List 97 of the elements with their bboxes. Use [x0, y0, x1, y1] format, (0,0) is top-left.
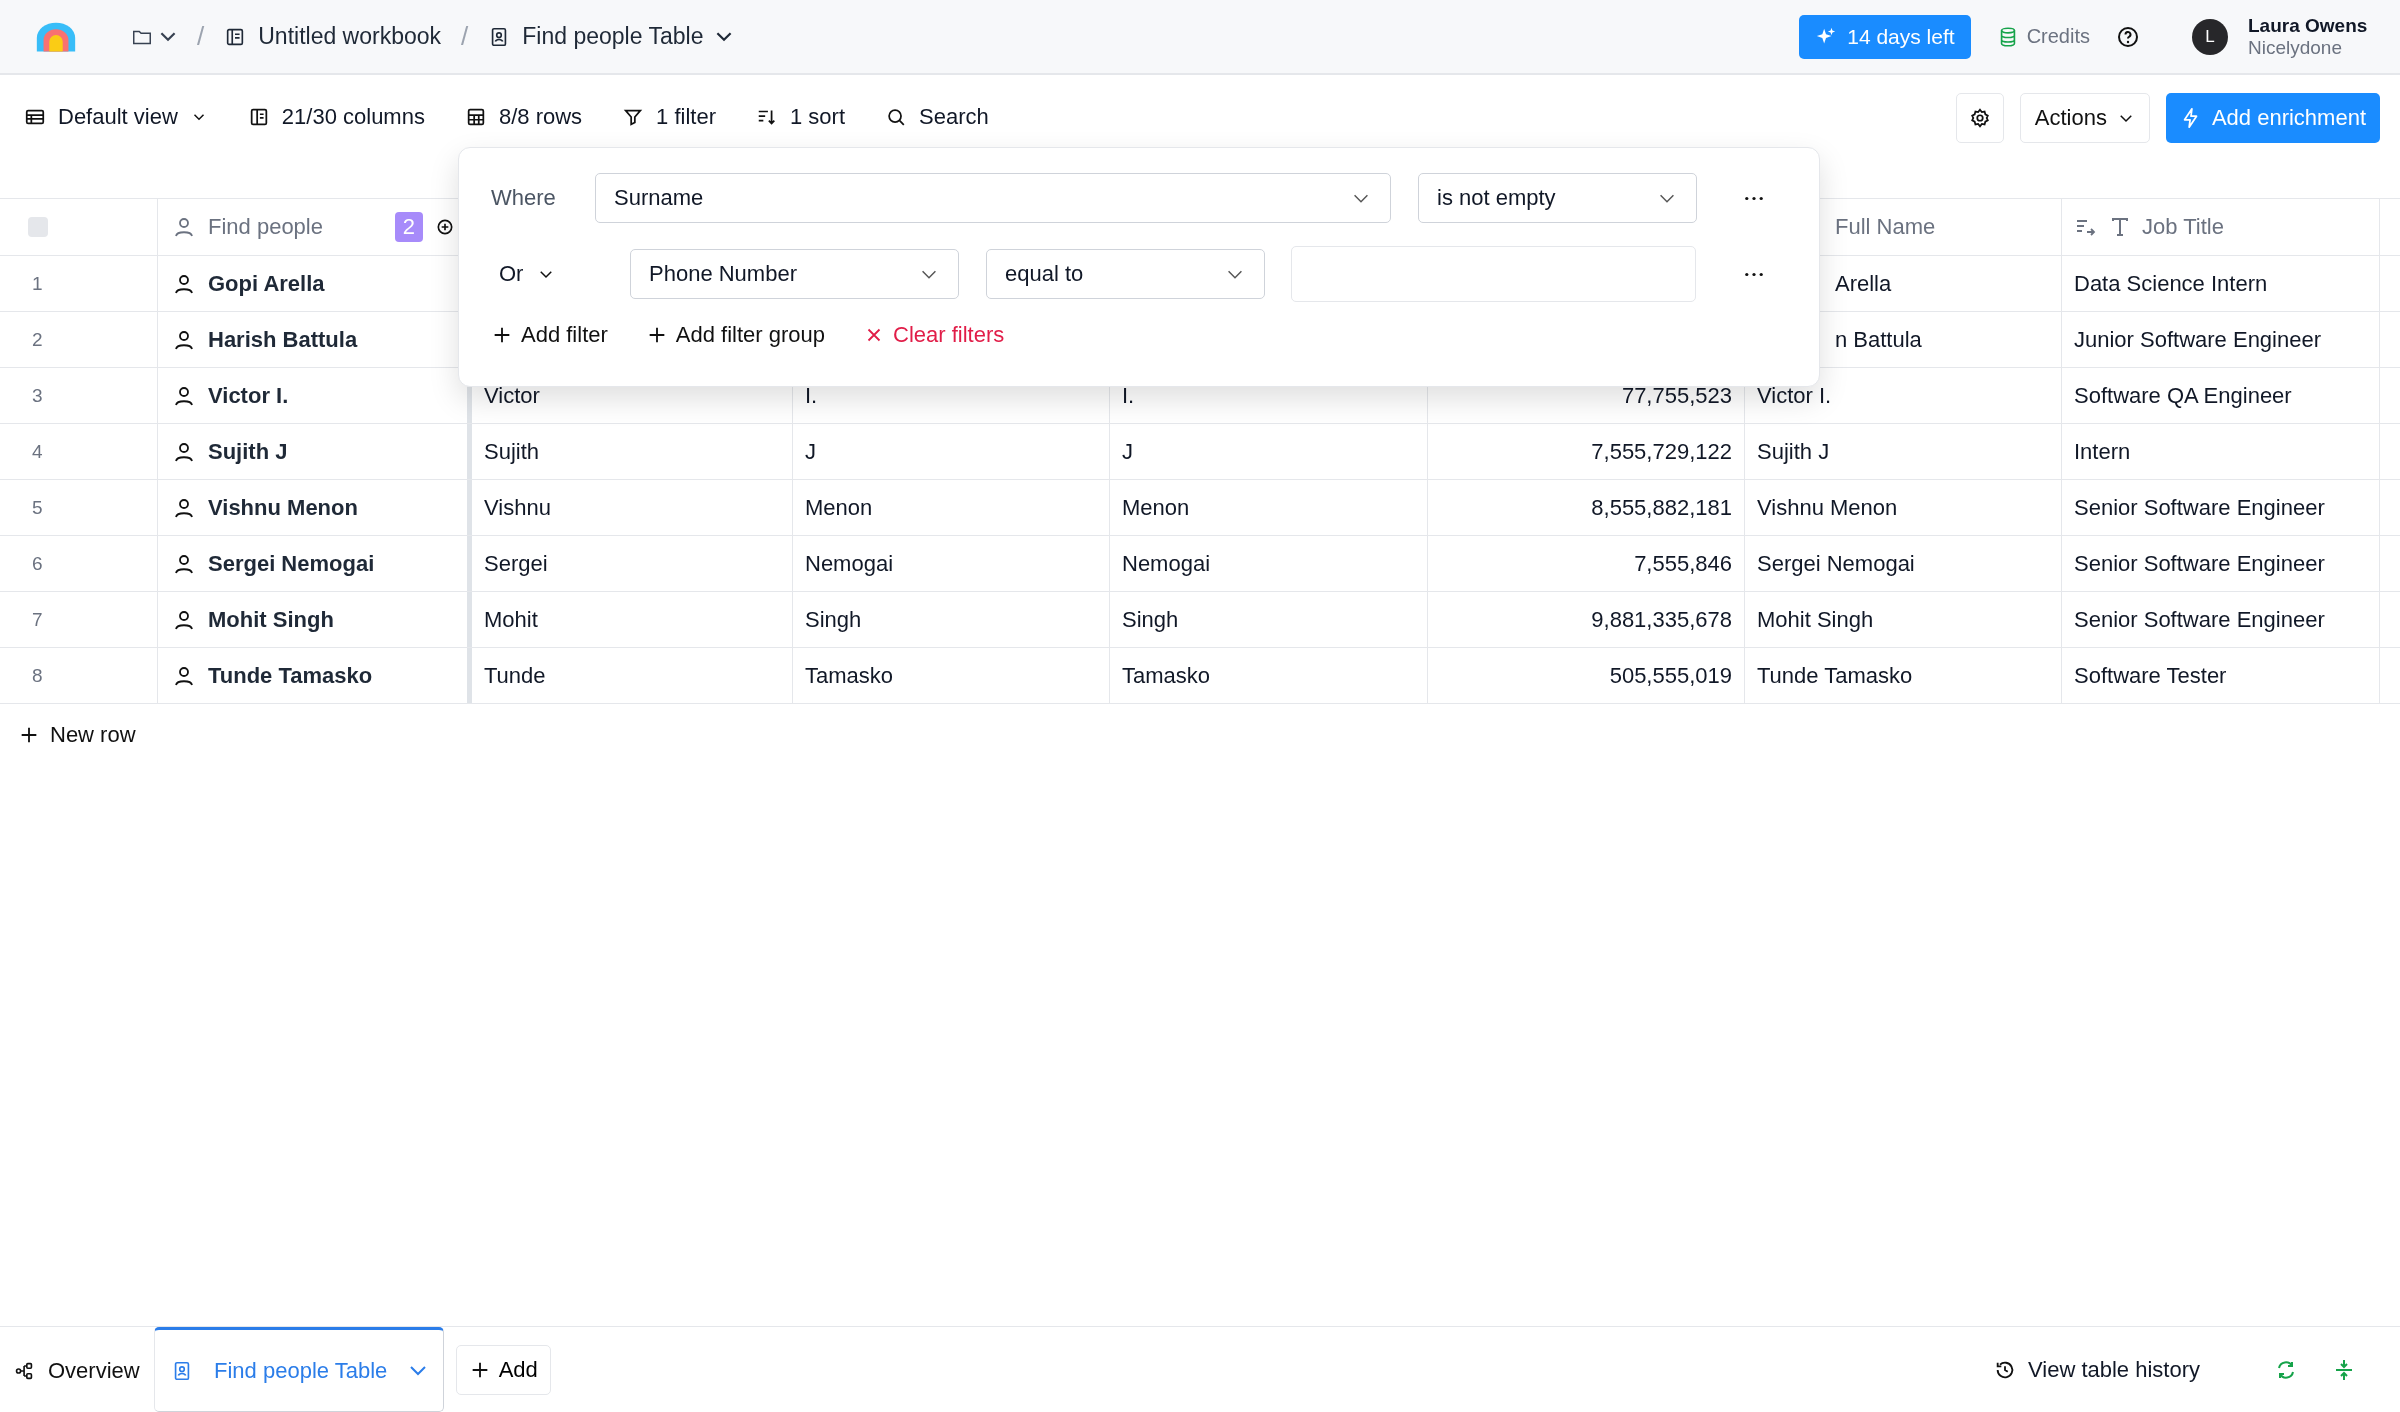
- row-number: 3: [0, 368, 158, 423]
- table-cell: Intern: [2074, 438, 2131, 465]
- search-button[interactable]: Search: [885, 93, 989, 141]
- add-button[interactable]: Add: [455, 1344, 551, 1395]
- columns-button[interactable]: 21/30 columns: [247, 93, 425, 141]
- person-name: Sujith J: [208, 438, 288, 465]
- filter-button[interactable]: 1 filter: [622, 93, 716, 141]
- column-header[interactable]: Find people: [208, 214, 323, 240]
- row-number: 6: [0, 536, 158, 591]
- view-button[interactable]: Default view: [24, 93, 208, 141]
- table-cell: Software Tester: [2074, 662, 2227, 689]
- settings-icon: [1968, 107, 1991, 129]
- table-cell: Singh: [1122, 606, 1179, 633]
- table-cell: 505,555,019: [1609, 662, 1732, 689]
- person-icon: [172, 215, 196, 239]
- person-name: Tunde Tamasko: [208, 662, 373, 689]
- table-cell: 7,555,729,122: [1591, 438, 1732, 465]
- row-number: 2: [0, 312, 158, 367]
- person-name: Harish Battula: [208, 326, 358, 353]
- row-number: 7: [0, 592, 158, 647]
- table-cell: Nemogai: [805, 550, 894, 577]
- sort-button[interactable]: 1 sort: [756, 93, 846, 141]
- person-name: Sergei Nemogai: [208, 550, 375, 577]
- field-dropdown[interactable]: Phone Number: [630, 249, 959, 299]
- table-tab[interactable]: Find people Table: [153, 1327, 444, 1412]
- table-cell: Senior Software Engineer: [2074, 550, 2325, 577]
- person-name: Gopi Arella: [208, 270, 325, 297]
- column-header[interactable]: Full Name: [1835, 214, 1936, 240]
- breadcrumb-separator: /: [197, 21, 205, 52]
- new-row-button[interactable]: New row: [0, 704, 154, 766]
- operator-dropdown[interactable]: equal to: [986, 249, 1265, 299]
- clear-filters-button[interactable]: Clear filters: [863, 322, 1005, 348]
- table-cell: Senior Software Engineer: [2074, 494, 2325, 521]
- credits-button[interactable]: Credits: [1996, 25, 2090, 48]
- organization-name: Nicelydone: [2248, 36, 2343, 59]
- table-cell: Sujith: [484, 438, 540, 465]
- table-cell: Tunde Tamasko: [1757, 662, 1913, 689]
- actions-button[interactable]: Actions: [2019, 93, 2150, 143]
- table-cell: n Battula: [1835, 326, 1922, 353]
- table-cell: J: [805, 438, 816, 465]
- table-cell: 9,881,335,678: [1591, 606, 1732, 633]
- count-badge: 2: [394, 212, 423, 242]
- table-cell: Software QA Engineer: [2074, 382, 2292, 409]
- table-cell: Junior Software Engineer: [2074, 326, 2322, 353]
- table-cell: Sergei: [484, 550, 548, 577]
- table-cell: Menon: [805, 494, 873, 521]
- user-name: Laura Owens: [2248, 14, 2369, 37]
- table-cell: Tamasko: [1122, 662, 1211, 689]
- row-number: 1: [0, 256, 158, 311]
- column-header[interactable]: Job Title: [2142, 214, 2224, 240]
- chevron-down-icon: [408, 1365, 427, 1376]
- table-cell: Victor I.: [1757, 382, 1832, 409]
- table-cell: Tunde: [484, 662, 546, 689]
- table-cell: 7,555,846: [1634, 550, 1732, 577]
- workbook-breadcrumb[interactable]: Untitled workbook: [224, 23, 442, 50]
- settings-button[interactable]: [1955, 93, 2004, 143]
- row-number: 8: [0, 648, 158, 703]
- table-cell: Sergei Nemogai: [1757, 550, 1915, 577]
- breadcrumb-separator: /: [461, 21, 469, 52]
- field-dropdown[interactable]: Surname: [595, 173, 1391, 223]
- connector-dropdown[interactable]: Or: [491, 261, 609, 287]
- help-icon[interactable]: [2116, 24, 2140, 49]
- where-label: Where: [491, 185, 557, 211]
- table-cell: I.: [805, 382, 818, 409]
- table-cell: 77,755,523: [1621, 382, 1732, 409]
- rows-button[interactable]: 8/8 rows: [464, 93, 583, 141]
- row-number: 5: [0, 480, 158, 535]
- table-cell: Vishnu: [484, 494, 551, 521]
- table-cell: Singh: [805, 606, 862, 633]
- user-avatar[interactable]: L: [2192, 18, 2228, 55]
- value-field[interactable]: [1291, 246, 1696, 302]
- table-history-button[interactable]: View table history: [1994, 1356, 2200, 1383]
- table-cell: 8,555,882,181: [1591, 494, 1732, 521]
- table-cell: Sujith J: [1757, 438, 1830, 465]
- table-cell: Data Science Intern: [2074, 270, 2268, 297]
- table-cell: I.: [1122, 382, 1135, 409]
- person-name: Mohit Singh: [208, 606, 334, 633]
- person-name: Vishnu Menon: [208, 494, 358, 521]
- table-breadcrumb[interactable]: Find people Table: [488, 23, 734, 50]
- person-name: Victor I.: [208, 382, 289, 409]
- table-cell: Vishnu Menon: [1757, 494, 1898, 521]
- table-cell: Mohit Singh: [1757, 606, 1874, 633]
- select-all-checkbox[interactable]: [28, 217, 48, 237]
- add-filter-button[interactable]: Add filter: [491, 322, 608, 348]
- table-cell: Victor: [484, 382, 540, 409]
- table-cell: Mohit: [484, 606, 538, 633]
- add-filter-button[interactable]: Add filter group: [645, 322, 826, 348]
- table-cell: J: [1122, 438, 1133, 465]
- overview-tab[interactable]: Overview: [0, 1327, 154, 1412]
- table-cell: Nemogai: [1122, 550, 1211, 577]
- add-circle-icon[interactable]: [435, 217, 455, 237]
- row-number: 4: [0, 424, 158, 479]
- operator-dropdown[interactable]: is not empty: [1418, 173, 1697, 223]
- table-cell: Tamasko: [805, 662, 894, 689]
- table-cell: Arella: [1835, 270, 1892, 297]
- table-cell: Senior Software Engineer: [2074, 606, 2325, 633]
- table-cell: Menon: [1122, 494, 1190, 521]
